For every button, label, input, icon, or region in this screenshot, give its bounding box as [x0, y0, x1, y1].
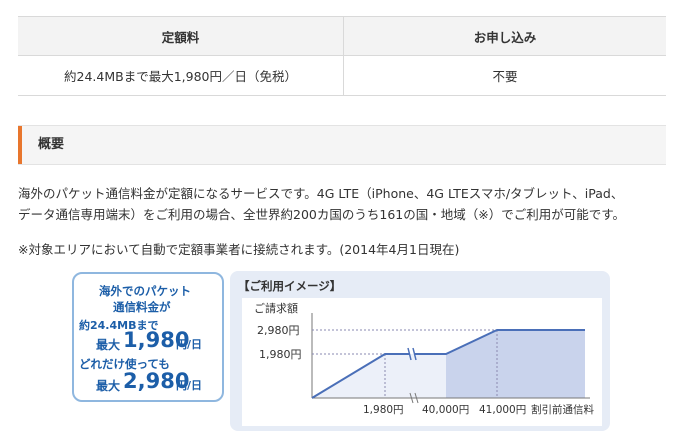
y-tick-2980: 2,980円 [257, 324, 300, 337]
x-tick-40000: 40,000円 [422, 404, 469, 416]
x-tick-41000: 41,000円 [479, 404, 526, 416]
chart-fill-high [446, 330, 585, 398]
y-tick-1980: 1,980円 [259, 348, 302, 361]
x-axis-label: 割引前通信料 [531, 403, 594, 416]
chart-fill-low [312, 354, 446, 398]
y-axis-label: ご請求額 [254, 301, 298, 315]
x-tick-1980: 1,980円 [363, 404, 404, 416]
usage-chart: ご請求額 2,980円 1,980円 1,980円 40,000円 41,000… [254, 301, 594, 416]
